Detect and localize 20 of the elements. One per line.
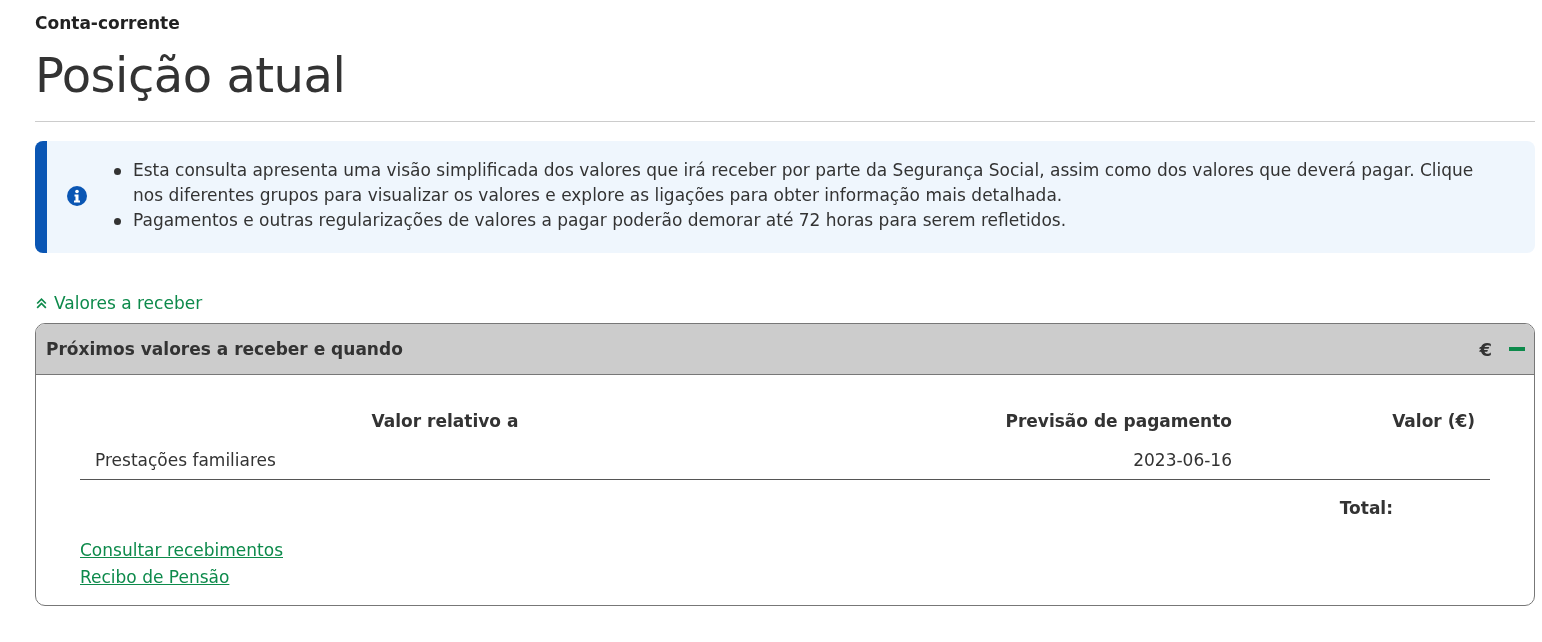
info-text: Esta consulta apresenta uma visão simplificada dos valores que irá receber por parte da Segurança Social, assim como dos valores que deverá pagar. Clique nos diferentes grupos para visualizar os valores e explore as ligações para obter informação mais detalhada.: [133, 159, 1475, 207]
info-icon: [67, 185, 87, 206]
panel-title: Próximos valores a receber e quando: [46, 339, 404, 359]
panel-header[interactable]: Próximos valores a receber e quando €: [36, 324, 1534, 375]
column-header: Previsão de pagamento: [1004, 411, 1232, 431]
table-cell-text: Prestações familiares: [94, 450, 277, 470]
link[interactable]: Consultar recebimentos: [80, 540, 283, 560]
currency-symbol: €: [1479, 338, 1492, 360]
bullet-icon: [114, 218, 121, 225]
link[interactable]: Recibo de Pensão: [80, 567, 230, 587]
page-title: Posição atual: [35, 47, 347, 103]
section-toggle[interactable]: Valores a receber: [35, 293, 203, 313]
breadcrumb: Conta-corrente: [35, 13, 181, 33]
info-text: Pagamentos e outras regularizações de valores a pagar poderão demorar até 72 horas para serem refletidos.: [133, 209, 1067, 232]
total-label: Total:: [1339, 498, 1393, 518]
column-header: Valor relativo a: [370, 411, 520, 431]
table-cell-text: 2023-06-16: [1132, 450, 1232, 470]
bullet-icon: [114, 168, 121, 175]
double-chevron-icon: [35, 296, 48, 310]
column-header: Valor (€): [1391, 411, 1476, 431]
